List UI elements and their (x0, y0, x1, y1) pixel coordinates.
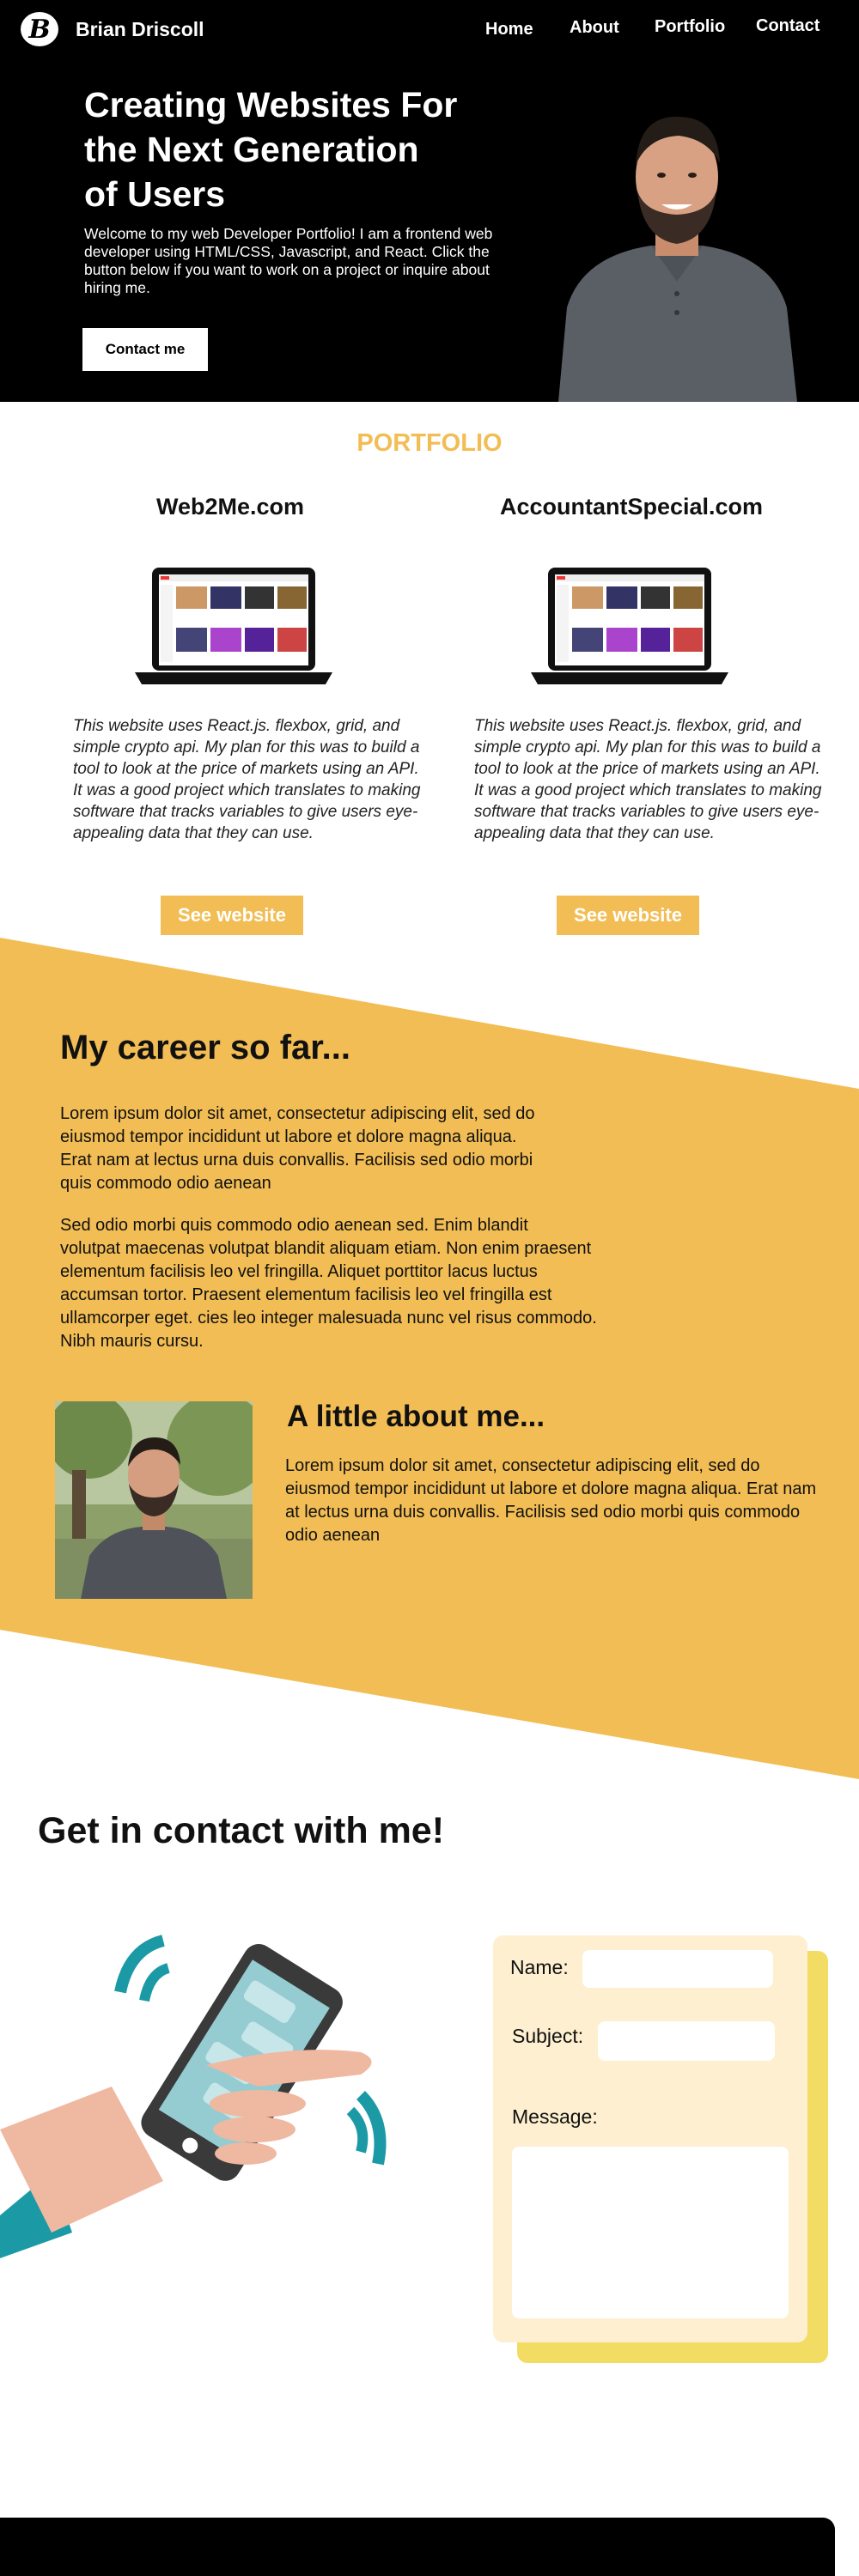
career-title: My career so far... (60, 1029, 350, 1066)
subject-label: Subject: (512, 2025, 584, 2047)
project-name: AccountantSpecial.com (499, 494, 764, 519)
career-paragraph-1: Lorem ipsum dolor sit amet, consectetur … (60, 1104, 535, 1193)
contact-me-button[interactable]: Contact me (82, 328, 208, 371)
project-card-web2me: Web2Me.com This website uses React.js. f… (28, 494, 432, 935)
brand-name: Brian Driscoll (76, 17, 204, 40)
about-title: A little about me... (287, 1400, 545, 1433)
hero-intro: Welcome to my web Developer Portfolio! I… (84, 225, 493, 296)
project-name: Web2Me.com (155, 494, 305, 519)
name-input[interactable] (582, 1950, 773, 1988)
message-textarea[interactable] (512, 2147, 789, 2318)
phone-illustration (0, 1935, 387, 2258)
hero-title-line-3: of Users (84, 174, 226, 214)
project-card-accountantspecial: AccountantSpecial.com This website uses … (430, 494, 833, 935)
project-description: This website uses React.js. flexbox, gri… (474, 717, 822, 842)
about-text: Lorem ipsum dolor sit amet, consectetur … (285, 1456, 817, 1545)
see-website-button[interactable]: See website (161, 896, 303, 935)
message-label: Message: (512, 2105, 598, 2128)
laptop-screenshot-image (135, 568, 332, 684)
name-label: Name: (510, 1956, 569, 1978)
footer (0, 2518, 835, 2576)
about-photo (55, 1401, 253, 1599)
nav-portfolio[interactable]: Portfolio (655, 17, 725, 37)
contact-title: Get in contact with me! (38, 1810, 445, 1851)
project-description: This website uses React.js. flexbox, gri… (73, 717, 421, 842)
hero-section: B Brian Driscoll Home About Portfolio Co… (0, 0, 859, 402)
see-website-button[interactable]: See website (557, 896, 699, 935)
brand[interactable]: B Brian Driscoll (21, 12, 204, 46)
hero-title-line-2: the Next Generation (84, 130, 419, 169)
nav-home[interactable]: Home (485, 20, 533, 39)
career-paragraph-2: Sed odio morbi quis commodo odio aenean … (60, 1216, 597, 1351)
logo[interactable]: B (21, 12, 58, 46)
contact-form: Name: Subject: Message: (493, 1935, 807, 2342)
subject-input[interactable] (598, 2021, 775, 2061)
nav-contact[interactable]: Contact (756, 16, 819, 36)
nav-about[interactable]: About (570, 18, 619, 38)
laptop-screenshot-image (531, 568, 728, 684)
hero-portrait (558, 116, 797, 402)
portfolio-title: PORTFOLIO (356, 429, 503, 457)
hero-title: Creating Websites For the Next Generatio… (84, 82, 514, 216)
hero-title-line-1: Creating Websites For (84, 85, 458, 125)
